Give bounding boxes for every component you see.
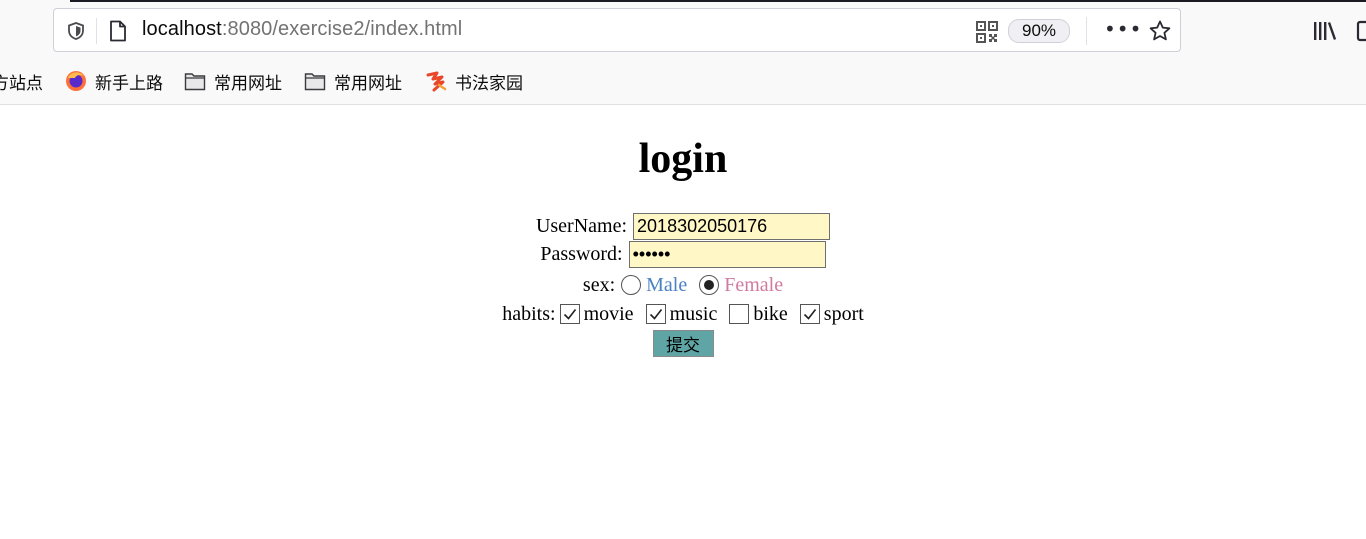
bookmark-item[interactable]: 常用网址 bbox=[304, 66, 402, 96]
address-bar[interactable]: localhost:8080/exercise2/index.html 90% … bbox=[53, 8, 1181, 52]
bookmark-item[interactable]: 新手上路 bbox=[65, 66, 163, 96]
female-label[interactable]: Female bbox=[724, 274, 783, 297]
bookmark-item[interactable]: 方站点 bbox=[0, 66, 43, 96]
username-input[interactable] bbox=[633, 212, 831, 240]
music-label[interactable]: music bbox=[670, 303, 718, 326]
address-separator bbox=[96, 18, 97, 44]
bookmark-star-icon[interactable] bbox=[1148, 19, 1172, 43]
password-input[interactable] bbox=[628, 240, 826, 268]
browser-chrome: localhost:8080/exercise2/index.html 90% … bbox=[0, 0, 1366, 105]
toolbar-separator bbox=[1086, 17, 1087, 45]
sport-checkbox[interactable] bbox=[799, 304, 820, 324]
submit-row: 提交 bbox=[0, 329, 1366, 357]
sex-label: sex: bbox=[582, 273, 616, 296]
url-host: localhost bbox=[142, 18, 222, 40]
submit-button[interactable]: 提交 bbox=[652, 329, 714, 357]
sport-label[interactable]: sport bbox=[824, 303, 864, 326]
bike-checkbox[interactable] bbox=[729, 304, 750, 324]
habits-label: habits: bbox=[502, 302, 556, 325]
qr-code-icon[interactable] bbox=[976, 21, 998, 43]
bookmark-item[interactable]: 常用网址 bbox=[184, 66, 282, 96]
female-radio[interactable] bbox=[699, 275, 720, 295]
checkmark-icon bbox=[563, 309, 576, 320]
bookmark-label: 新手上路 bbox=[95, 73, 163, 94]
password-label: Password: bbox=[540, 242, 623, 265]
sex-row: sex: Male Female bbox=[0, 271, 1366, 299]
bookmark-label: 常用网址 bbox=[334, 73, 402, 94]
male-label[interactable]: Male bbox=[646, 274, 687, 297]
folder-icon bbox=[184, 73, 206, 91]
checkmark-icon bbox=[803, 309, 816, 320]
zoom-level-badge[interactable]: 90% bbox=[1008, 19, 1070, 43]
bike-label[interactable]: bike bbox=[753, 303, 787, 326]
calligraphy-icon bbox=[426, 71, 447, 92]
movie-label[interactable]: movie bbox=[584, 303, 634, 326]
bookmark-label: 常用网址 bbox=[214, 73, 282, 94]
shield-icon[interactable] bbox=[66, 21, 86, 41]
folder-icon bbox=[304, 73, 326, 91]
username-row: UserName: bbox=[0, 212, 1366, 240]
male-radio[interactable] bbox=[621, 275, 642, 295]
bookmark-item[interactable]: 书法家园 bbox=[425, 66, 523, 96]
page-title: login bbox=[638, 136, 728, 182]
url-path: :8080/exercise2/index.html bbox=[221, 18, 463, 40]
password-row: Password: bbox=[0, 240, 1366, 268]
bookmarks-toolbar: 方站点 新手上路 常用网址 常用网址 书法家园 bbox=[0, 66, 1366, 96]
bookmark-label: 方站点 bbox=[0, 73, 43, 94]
sidebar-icon[interactable] bbox=[1356, 19, 1366, 43]
library-icon[interactable] bbox=[1312, 19, 1338, 43]
more-actions-icon[interactable]: ••• bbox=[1104, 19, 1141, 43]
username-label: UserName: bbox=[535, 214, 628, 237]
firefox-icon bbox=[66, 71, 86, 91]
page-icon[interactable] bbox=[108, 20, 128, 42]
movie-checkbox[interactable] bbox=[559, 304, 580, 324]
page-content: login UserName: Password: sex: Male Fema… bbox=[0, 104, 1366, 539]
window-top-edge bbox=[70, 0, 1366, 2]
checkmark-icon bbox=[649, 309, 662, 320]
bookmark-label: 书法家园 bbox=[455, 73, 523, 94]
music-checkbox[interactable] bbox=[645, 304, 666, 324]
url-text[interactable]: localhost:8080/exercise2/index.html bbox=[142, 18, 462, 41]
habits-row: habits: movie music bike sport bbox=[0, 300, 1366, 328]
